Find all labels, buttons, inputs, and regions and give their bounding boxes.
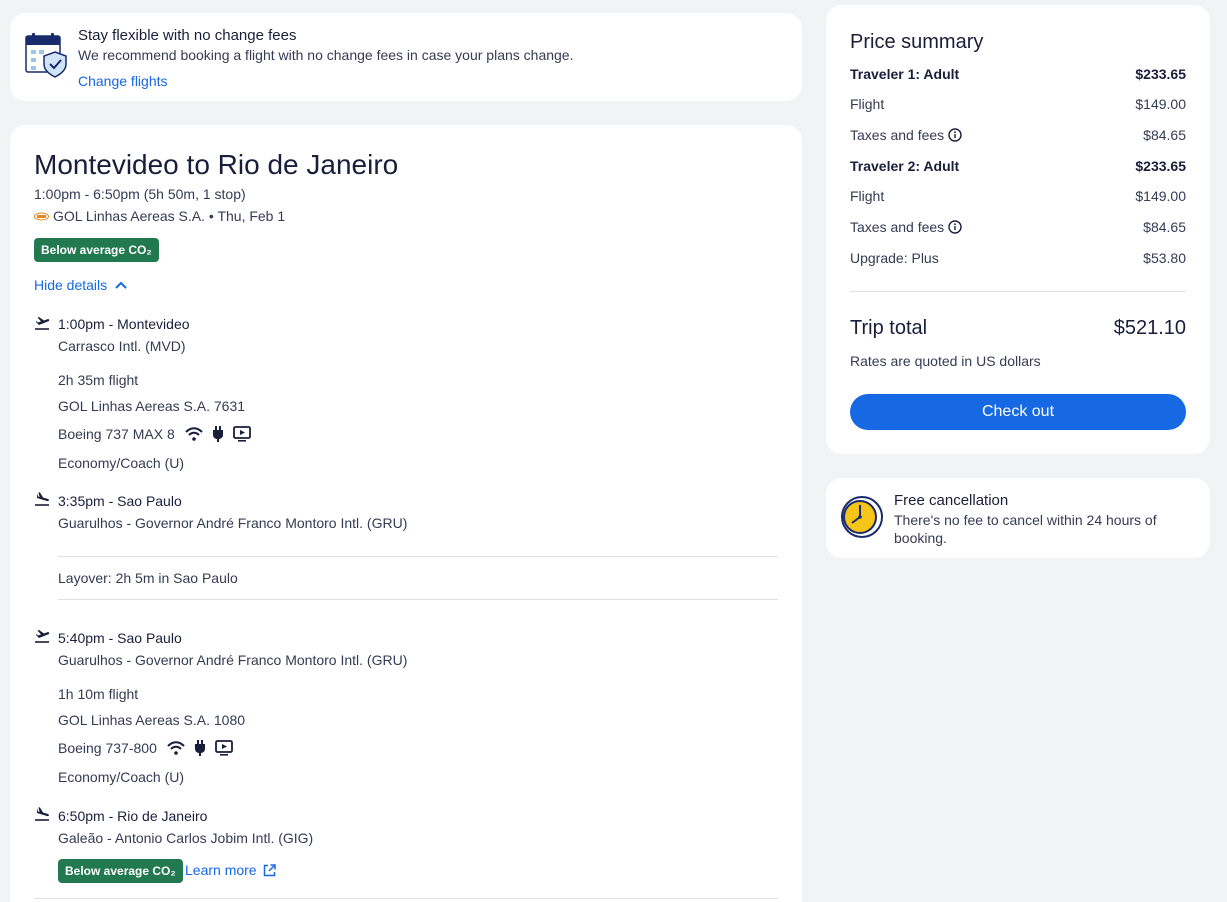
price-row-label: Upgrade: Plus [850,250,939,266]
info-icon[interactable] [948,128,962,142]
price-row-value: $84.65 [1143,127,1186,143]
segment-1-departure: 1:00pm - Montevideo [58,316,190,332]
price-row-value: $233.65 [1135,66,1186,82]
price-summary-card: Price summary Traveler 1: Adult $233.65 … [826,5,1210,454]
trip-total: Trip total $521.10 [850,317,1186,340]
free-cancellation-description: There's no fee to cancel within 24 hours… [894,512,1157,546]
no-change-fees-banner: Stay flexible with no change fees We rec… [10,13,802,101]
segment-2-aircraft-name: Boeing 737-800 [58,740,157,756]
price-row-value: $84.65 [1143,219,1186,235]
chevron-up-icon [115,281,127,289]
price-row-label: Flight [850,188,885,204]
price-row-flight: Flight $149.00 [850,96,1186,112]
gol-logo-icon [34,212,49,221]
itinerary-card: Montevideo to Rio de Janeiro 1:00pm - 6:… [10,125,802,902]
segment-1-departure-airport: Carrasco Intl. (MVD) [58,338,186,354]
segment-1-arrival-airport: Guarulhos - Governor André Franco Montor… [58,515,408,531]
amenities [185,426,251,442]
segment-1-aircraft: Boeing 737 MAX 8 [58,426,251,442]
learn-more-link[interactable]: Learn more [185,862,276,878]
info-icon[interactable] [948,220,962,234]
price-row-value: $233.65 [1135,158,1186,174]
price-row-taxes: Taxes and fees $84.65 [850,219,1186,235]
takeoff-icon [34,316,52,330]
power-outlet-icon [193,740,207,756]
co2-badge-bottom: Below average CO₂ [58,859,183,883]
hide-details-button[interactable]: Hide details [34,277,127,293]
wifi-icon [185,427,203,441]
segment-2-departure-airport: Guarulhos - Governor André Franco Montor… [58,652,408,668]
segment-2-arrival-airport: Galeão - Antonio Carlos Jobim Intl. (GIG… [58,830,314,846]
landing-icon [34,807,52,821]
itinerary-title: Montevideo to Rio de Janeiro [34,149,399,180]
amenities [167,740,233,756]
price-row-traveler-2: Traveler 2: Adult $233.65 [850,158,1186,174]
free-cancellation-title: Free cancellation [894,492,1009,509]
price-row-label: Taxes and fees [850,127,945,143]
takeoff-icon [34,629,52,643]
learn-more-label: Learn more [185,862,257,878]
price-summary-title: Price summary [850,31,984,53]
price-row-upgrade: Upgrade: Plus $53.80 [850,250,1186,266]
segment-1-aircraft-name: Boeing 737 MAX 8 [58,426,175,442]
segment-2-aircraft: Boeing 737-800 [58,740,233,756]
price-divider [850,291,1186,292]
price-row-label: Traveler 1: Adult [850,66,960,82]
price-row-value: $149.00 [1135,188,1186,204]
segment-1-duration: 2h 35m flight [58,372,139,388]
airline-date-text: GOL Linhas Aereas S.A. • Thu, Feb 1 [53,208,286,224]
entertainment-icon [214,740,233,756]
segment-1-flight-number: GOL Linhas Aereas S.A. 7631 [58,398,246,414]
banner-title: Stay flexible with no change fees [78,27,297,44]
price-row-label: Traveler 2: Adult [850,158,960,174]
trip-total-label: Trip total [850,317,928,339]
price-row-value: $53.80 [1143,250,1186,266]
segment-2-cabin: Economy/Coach (U) [58,769,185,785]
landing-icon [34,492,52,506]
layover-text: Layover: 2h 5m in Sao Paulo [58,570,238,586]
layover-divider-bottom [58,599,778,600]
segment-2-duration: 1h 10m flight [58,686,139,702]
clock-icon [840,495,884,539]
entertainment-icon [232,426,251,442]
change-flights-link[interactable]: Change flights [78,73,168,89]
segment-2-arrival: 6:50pm - Rio de Janeiro [58,808,208,824]
wifi-icon [167,741,185,755]
segment-2-departure: 5:40pm - Sao Paulo [58,630,182,646]
price-row-flight: Flight $149.00 [850,188,1186,204]
hide-details-label: Hide details [34,277,108,293]
itinerary-times: 1:00pm - 6:50pm (5h 50m, 1 stop) [34,186,246,202]
price-row-value: $149.00 [1135,96,1186,112]
banner-description: We recommend booking a flight with no ch… [78,47,574,63]
price-row-taxes: Taxes and fees $84.65 [850,127,1186,143]
checkout-button[interactable]: Check out [850,394,1186,430]
segment-1-cabin: Economy/Coach (U) [58,455,185,471]
free-cancellation-card: Free cancellation There's no fee to canc… [826,478,1210,558]
trip-total-value: $521.10 [1113,317,1186,339]
calendar-shield-icon [24,32,68,78]
external-link-icon [263,863,276,877]
segment-1-arrival: 3:35pm - Sao Paulo [58,493,182,509]
itinerary-airline: GOL Linhas Aereas S.A. • Thu, Feb 1 [34,208,285,224]
co2-badge: Below average CO₂ [34,238,159,262]
segment-2-flight-number: GOL Linhas Aereas S.A. 1080 [58,712,246,728]
rates-note: Rates are quoted in US dollars [850,353,1041,369]
bottom-divider [34,898,778,899]
layover-divider-top [58,556,778,557]
power-outlet-icon [211,426,225,442]
price-row-label: Taxes and fees [850,219,945,235]
price-row-traveler-1: Traveler 1: Adult $233.65 [850,66,1186,82]
price-row-label: Flight [850,96,885,112]
